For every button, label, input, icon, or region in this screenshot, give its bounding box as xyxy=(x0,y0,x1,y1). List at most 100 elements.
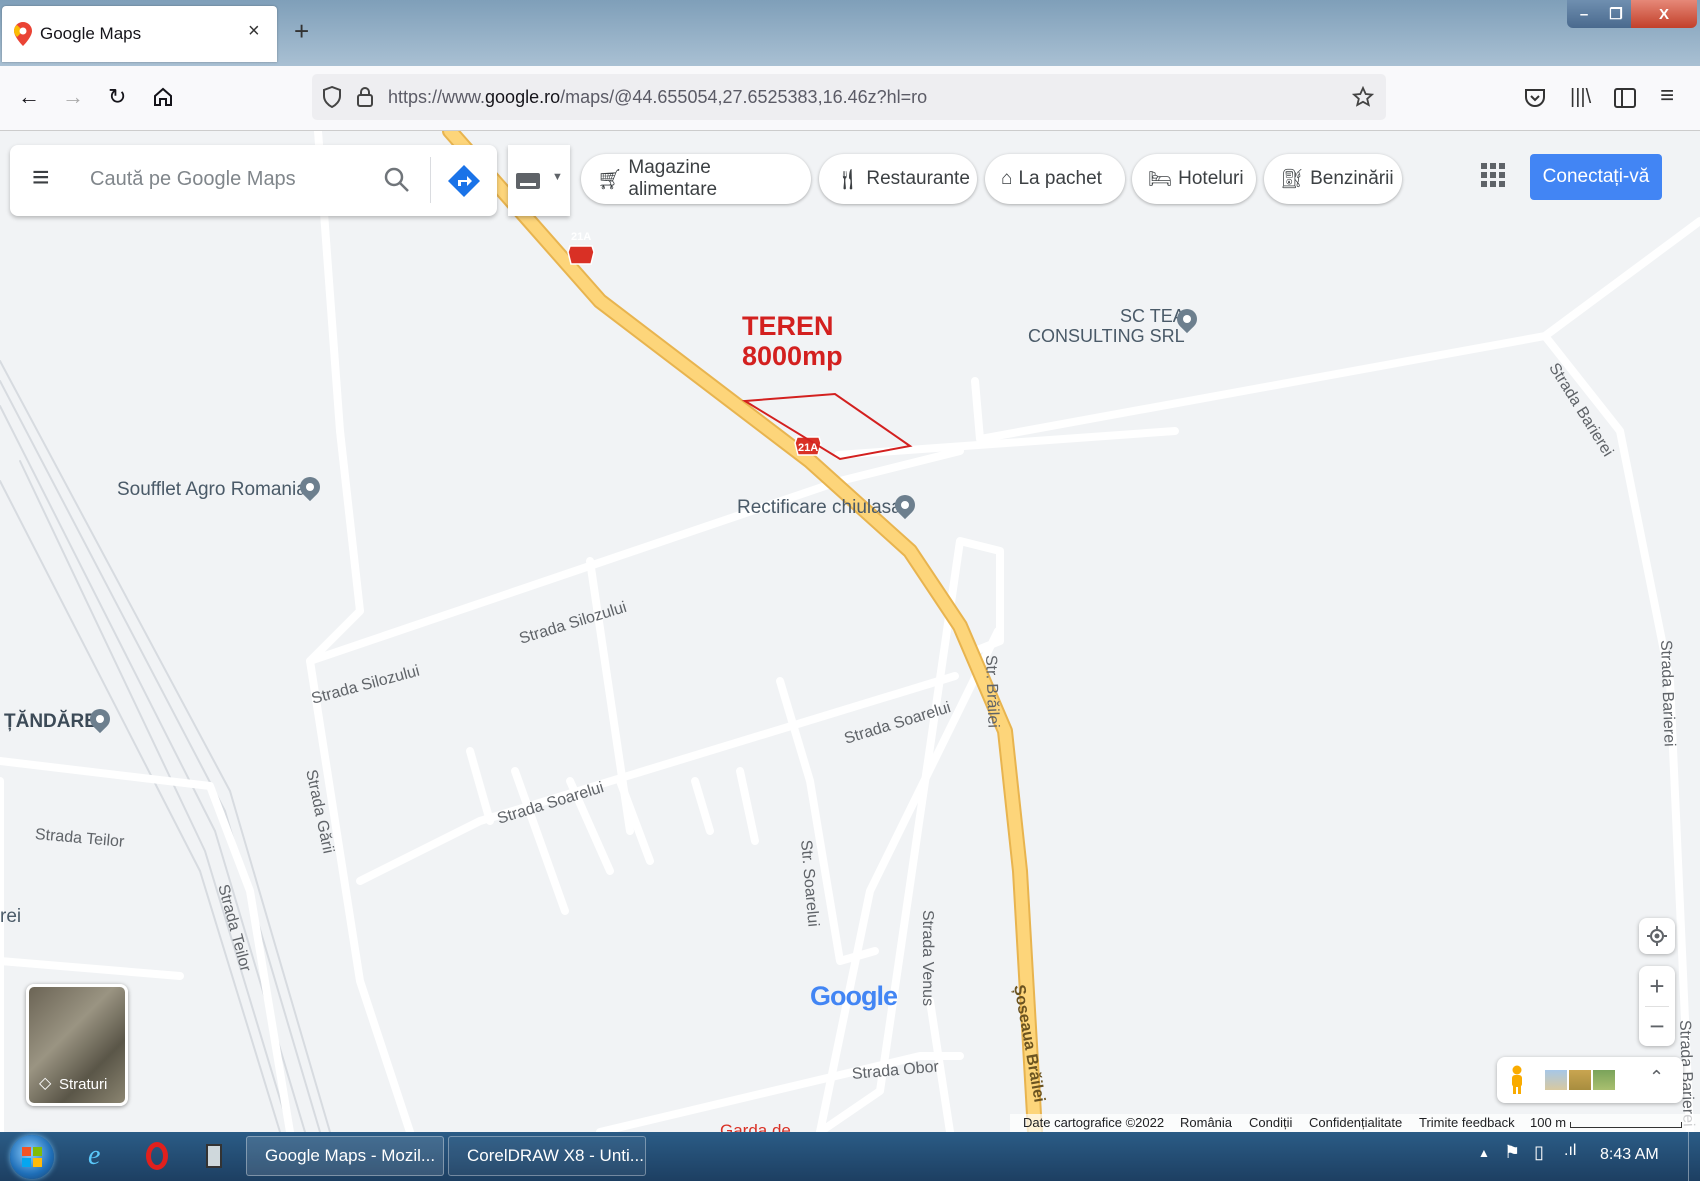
layers-button[interactable]: ◇ Straturi xyxy=(26,984,128,1106)
taskbar-label: CorelDRAW X8 - Unti... xyxy=(467,1146,644,1165)
network-icon[interactable]: .ıl xyxy=(1564,1142,1576,1160)
layers-label: Straturi xyxy=(59,1076,108,1093)
tab-close-icon[interactable]: × xyxy=(248,20,260,43)
chip-label: Restaurante xyxy=(866,168,970,189)
fork-knife-icon: 🍴︎ xyxy=(835,168,861,191)
chevron-up-icon[interactable]: ⌃ xyxy=(1649,1067,1664,1088)
home-icon[interactable] xyxy=(152,86,174,108)
menu-icon[interactable]: ≡ xyxy=(1660,82,1674,110)
poi-tandarei[interactable]: ȚĂNDĂREI xyxy=(4,711,102,733)
reload-icon[interactable]: ↻ xyxy=(108,84,126,110)
chip-label: Hoteluri xyxy=(1178,168,1244,189)
street-label: Strada Barierei xyxy=(1657,639,1678,747)
poi-label: SC TEA xyxy=(1120,306,1185,326)
show-desktop-button[interactable] xyxy=(1688,1132,1700,1181)
windows-logo-icon xyxy=(22,1147,42,1167)
zoom-in-button[interactable]: + xyxy=(1639,966,1675,1006)
street-label: Str. Brăilei xyxy=(982,654,1002,729)
show-hidden-icons-icon[interactable]: ▲ xyxy=(1478,1146,1490,1160)
feedback-link[interactable]: Trimite feedback xyxy=(1419,1115,1515,1130)
back-icon[interactable]: ← xyxy=(18,84,40,110)
terms-link[interactable]: Condiții xyxy=(1249,1115,1292,1130)
clock[interactable]: 8:43 AM xyxy=(1600,1146,1659,1164)
shield-icon[interactable] xyxy=(322,86,342,108)
taskbar-coreldraw[interactable]: CorelDRAW X8 - Unti... xyxy=(448,1136,646,1176)
fuel-icon: ⛽︎ xyxy=(1280,169,1305,190)
sign-in-button[interactable]: Conectați-vă xyxy=(1530,154,1662,200)
poi-rectificare[interactable]: Rectificare chiulasa xyxy=(737,497,902,519)
layers-icon: ◇ xyxy=(39,1075,52,1092)
url-prefix: https://www. xyxy=(388,87,486,107)
minimize-button[interactable]: – xyxy=(1567,0,1601,28)
calculator-icon[interactable] xyxy=(206,1144,222,1168)
road-shield-label: 21A xyxy=(798,442,819,454)
chip-label: Benzinării xyxy=(1310,168,1394,189)
map-data-credit: Date cartografice ©2022 xyxy=(1023,1115,1165,1130)
bed-icon: 🛏︎ xyxy=(1148,169,1173,190)
restore-button[interactable]: ❐ xyxy=(1601,0,1631,28)
poi-sc-tea[interactable]: SC TEA CONSULTING SRL xyxy=(1028,306,1185,346)
close-window-button[interactable]: X xyxy=(1631,0,1697,28)
start-button[interactable] xyxy=(10,1135,54,1179)
search-input[interactable] xyxy=(88,167,372,192)
poi-soufflet[interactable]: Soufflet Agro Romania xyxy=(117,479,307,501)
scale-label[interactable]: 100 m xyxy=(1530,1115,1566,1130)
apps-grid-icon[interactable] xyxy=(1481,163,1505,187)
zoom-out-button[interactable]: − xyxy=(1639,1006,1675,1046)
poi-label: CONSULTING SRL xyxy=(1028,326,1185,346)
chip-gas[interactable]: ⛽︎ Benzinării xyxy=(1264,154,1402,204)
takeout-icon: ⌂ xyxy=(1001,168,1013,189)
tab-title: Google Maps xyxy=(40,24,142,43)
keyboard-icon[interactable] xyxy=(516,173,540,189)
search-box: ≡ xyxy=(10,145,497,216)
chip-hotels[interactable]: 🛏︎ Hoteluri xyxy=(1132,154,1256,204)
road-shield-label: 21A xyxy=(571,231,592,243)
map-canvas[interactable]: 21A 21A TEREN 8000mp Strada Silozului St… xyxy=(0,131,1700,1132)
privacy-link[interactable]: Confidențialitate xyxy=(1309,1115,1402,1130)
poi-partial-label: rei xyxy=(0,906,22,927)
my-location-button[interactable] xyxy=(1639,918,1675,954)
url-bar[interactable]: https://www.google.ro/maps/@44.655054,27… xyxy=(312,74,1386,120)
windows-taskbar: e Google Maps - Mozil... CorelDRAW X8 - … xyxy=(0,1132,1700,1181)
imagery-thumb[interactable] xyxy=(1569,1070,1591,1090)
navigation-toolbar: ← → ↻ https://www.google.ro/maps/@44.655… xyxy=(0,66,1700,131)
library-icon[interactable]: |||\ xyxy=(1570,86,1591,109)
taskbar-label: Google Maps - Mozil... xyxy=(265,1146,436,1165)
power-icon[interactable]: ▯ xyxy=(1534,1142,1544,1163)
chip-restaurants[interactable]: 🍴︎ Restaurante xyxy=(819,154,977,204)
pegman-icon[interactable] xyxy=(1509,1065,1525,1095)
forward-icon[interactable]: → xyxy=(62,84,84,110)
opera-icon[interactable] xyxy=(146,1142,168,1170)
annotation-line1: TEREN xyxy=(742,311,834,341)
location-target-icon xyxy=(1647,926,1667,946)
keyboard-toggle[interactable]: ▼ xyxy=(508,145,570,216)
tab-google-maps[interactable]: Google Maps × xyxy=(2,6,277,62)
taskbar-firefox[interactable]: Google Maps - Mozil... xyxy=(246,1136,444,1176)
window-controls: – ❐ X xyxy=(1567,0,1697,28)
poi-garda[interactable]: Garda de xyxy=(720,1121,791,1132)
chip-label: La pachet xyxy=(1018,168,1102,189)
url-text[interactable]: https://www.google.ro/maps/@44.655054,27… xyxy=(388,87,927,108)
directions-icon[interactable] xyxy=(447,164,481,198)
chip-groceries[interactable]: 🛒︎ Magazine alimentare xyxy=(581,154,811,204)
action-center-icon[interactable]: ⚑ xyxy=(1504,1142,1520,1163)
internet-explorer-icon[interactable]: e xyxy=(88,1140,100,1172)
new-tab-button[interactable]: + xyxy=(294,16,309,47)
parcel-annotation: TEREN 8000mp xyxy=(742,311,843,371)
url-domain: google.ro xyxy=(485,87,561,107)
imagery-panel[interactable]: ⌃ xyxy=(1497,1057,1683,1103)
chip-takeout[interactable]: ⌂ La pachet xyxy=(985,154,1125,204)
hamburger-menu-icon[interactable]: ≡ xyxy=(32,161,50,195)
map-footer: Date cartografice ©2022 România Condiții… xyxy=(1010,1114,1700,1132)
dropdown-arrow-icon[interactable]: ▼ xyxy=(552,171,563,183)
imagery-thumb[interactable] xyxy=(1545,1070,1567,1090)
search-icon[interactable] xyxy=(384,167,410,193)
url-path: /maps/@44.655054,27.6525383,16.46z?hl=ro xyxy=(560,87,928,107)
lock-icon[interactable] xyxy=(356,86,374,108)
sidebar-icon[interactable] xyxy=(1614,88,1636,108)
pocket-icon[interactable] xyxy=(1524,88,1546,108)
star-icon[interactable] xyxy=(1352,86,1374,108)
imagery-thumb[interactable] xyxy=(1593,1070,1615,1090)
google-maps-favicon-icon xyxy=(14,22,32,46)
country-link[interactable]: România xyxy=(1180,1115,1232,1130)
